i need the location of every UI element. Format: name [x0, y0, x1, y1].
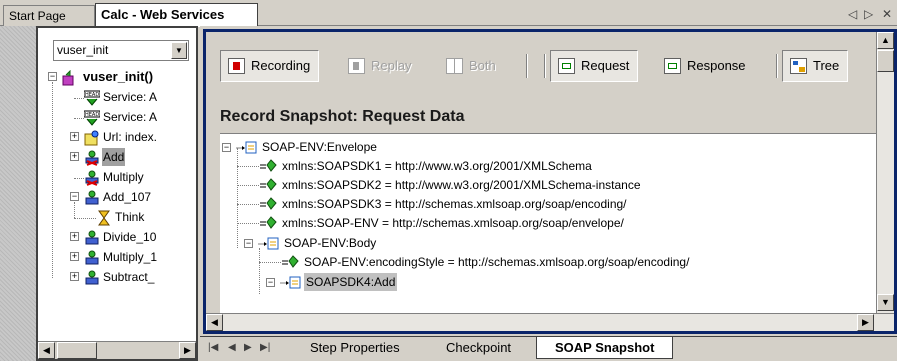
tab-calc-web-services[interactable]: Calc - Web Services — [95, 3, 258, 27]
recording-icon — [228, 58, 245, 74]
scroll-left-icon[interactable]: ◀ — [206, 314, 223, 331]
next-tab-icon[interactable]: ▶ — [244, 342, 252, 353]
scroll-left-icon[interactable]: ◀ — [38, 342, 55, 359]
xml-tree-view: − SOAP-ENV:Envelope xmlns:SOAPSDK1 = htt… — [220, 133, 880, 321]
first-tab-icon[interactable]: |◀ — [208, 342, 218, 353]
scroll-right-icon[interactable]: ▶ — [857, 314, 874, 331]
both-icon — [446, 58, 463, 74]
expand-icon[interactable]: + — [70, 152, 79, 161]
request-button[interactable]: Request — [550, 50, 639, 82]
scroll-up-icon[interactable]: ▲ — [877, 32, 894, 49]
replay-icon — [348, 58, 365, 74]
action-icon — [62, 70, 74, 86]
web-service-icon — [85, 250, 99, 265]
xml-attribute-icon — [260, 216, 277, 229]
action-selector-dropdown[interactable]: vuser_init ▼ — [53, 40, 189, 61]
toolbar-separator — [526, 54, 528, 78]
web-service-icon — [85, 270, 99, 285]
action-selector-value: vuser_init — [57, 43, 109, 57]
expand-icon[interactable]: + — [70, 132, 79, 141]
tab-scroll-right-icon[interactable]: ▷ — [864, 7, 873, 21]
xml-element-icon — [258, 237, 279, 250]
recording-button[interactable]: Recording — [220, 50, 320, 82]
scroll-right-icon[interactable]: ▶ — [179, 342, 196, 359]
xml-element-icon — [236, 141, 257, 154]
response-button[interactable]: Response — [656, 50, 755, 82]
replay-button[interactable]: Replay — [340, 50, 420, 82]
collapse-icon[interactable]: − — [222, 143, 231, 152]
vertical-scrollbar[interactable]: ▲ ▼ — [876, 32, 894, 331]
bottom-tab-bar: |◀ ◀ ▶ ▶| Step Properties Checkpoint SOA… — [200, 336, 897, 361]
document-tab-bar: Start Page Calc - Web Services ◁ ▷ ✕ — [0, 0, 897, 27]
header-icon: HEAD — [84, 110, 100, 126]
xml-attribute-icon — [260, 178, 277, 191]
hourglass-icon — [98, 210, 110, 226]
script-tree-pane: vuser_init ▼ − vuser_init() HEAD Service… — [36, 26, 198, 361]
collapse-icon[interactable]: − — [48, 72, 57, 81]
snapshot-title: Record Snapshot: Request Data — [220, 108, 465, 125]
tree-view-button[interactable]: Tree — [782, 50, 849, 82]
prev-tab-icon[interactable]: ◀ — [228, 342, 236, 353]
last-tab-icon[interactable]: ▶| — [260, 342, 270, 353]
tab-start-page[interactable]: Start Page — [3, 5, 95, 26]
scrollbar-thumb[interactable] — [57, 342, 97, 359]
xml-element-icon — [280, 276, 301, 289]
svg-text:HEAD: HEAD — [85, 92, 99, 98]
both-button[interactable]: Both — [438, 50, 505, 82]
collapse-icon[interactable]: − — [70, 192, 79, 201]
close-tab-icon[interactable]: ✕ — [882, 7, 892, 21]
toolbar-separator — [776, 54, 778, 78]
web-service-icon — [85, 230, 99, 245]
splitter-margin — [0, 26, 36, 361]
snapshot-pane: Recording Replay Both Request Response T… — [200, 26, 897, 361]
web-service-error-icon — [85, 170, 99, 186]
snapshot-toolbar: Recording Replay Both Request Response T… — [220, 50, 880, 86]
tab-soap-snapshot[interactable]: SOAP Snapshot — [536, 337, 674, 359]
xml-attribute-icon — [260, 159, 277, 172]
collapse-icon[interactable]: − — [266, 278, 275, 287]
tab-step-properties[interactable]: Step Properties — [292, 337, 418, 359]
xml-attribute-icon — [260, 197, 277, 210]
collapse-icon[interactable]: − — [244, 239, 253, 248]
url-icon — [84, 130, 99, 146]
request-icon — [558, 58, 575, 74]
response-icon — [664, 58, 681, 74]
xml-attribute-icon — [282, 255, 299, 268]
expand-icon[interactable]: + — [70, 252, 79, 261]
web-service-icon — [85, 190, 99, 205]
scrollbar-thumb[interactable] — [877, 50, 894, 72]
toolbar-separator — [544, 54, 546, 78]
scroll-down-icon[interactable]: ▼ — [877, 294, 894, 311]
chevron-down-icon[interactable]: ▼ — [171, 42, 187, 59]
expand-icon[interactable]: + — [70, 232, 79, 241]
snapshot-frame: Recording Replay Both Request Response T… — [203, 29, 897, 334]
tab-checkpoint[interactable]: Checkpoint — [428, 337, 530, 359]
svg-text:HEAD: HEAD — [85, 112, 99, 118]
left-horizontal-scrollbar[interactable]: ◀ ▶ — [38, 341, 196, 359]
tab-scroll-left-icon[interactable]: ◁ — [848, 7, 857, 21]
header-icon: HEAD — [84, 90, 100, 106]
tree-view-icon — [790, 58, 807, 74]
expand-icon[interactable]: + — [70, 272, 79, 281]
horizontal-scrollbar[interactable]: ◀ ▶ — [206, 313, 894, 331]
web-service-error-icon — [85, 150, 99, 166]
